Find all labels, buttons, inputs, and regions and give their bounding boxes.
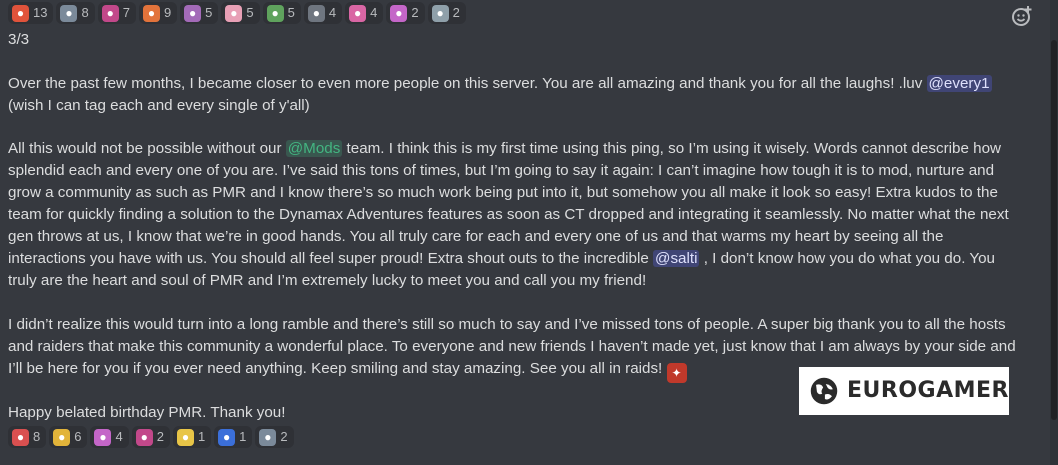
reaction-count: 13 [33,5,48,20]
robot-pokemon-icon: ● [431,4,449,22]
reaction-pill[interactable]: ● 2 [255,426,294,448]
reaction-pill[interactable]: ● 5 [262,2,301,24]
reaction-count: 6 [74,429,82,444]
reaction-count: 9 [163,5,172,20]
text: team. I think this is my first time usin… [8,140,1009,267]
reaction-count: 5 [205,5,213,20]
text: (wish I can tag each and every single of… [8,97,310,114]
reaction-pill[interactable]: ● 4 [90,426,129,448]
dragon-pokemon-icon: ● [101,4,119,22]
bird-pokemon-icon: ● [184,4,202,22]
bug-pokemon-icon: ● [266,4,284,22]
fire-pokemon-icon: ✦ [666,363,687,383]
reaction-pill[interactable]: ● 5 [221,2,260,24]
mention-every1[interactable]: @every1 [926,75,992,92]
reaction-bar-top: ● 13 ● 8 ● 7 ● 9 ● 5 ● 5 ● 5 ● 4 ● 4 ● 2 ● 2 [8,2,466,24]
ghost-pokemon-icon: ● [60,4,78,22]
reaction-bar-bottom: ● 8 ● 6 ● 4 ● 2 ● 1 ● 1 ● 2 [8,426,294,448]
mention-salti[interactable]: @salti [653,250,700,267]
text: Over the past few months, I became close… [8,75,927,92]
reaction-count: 5 [246,5,254,20]
reaction-count: 8 [33,429,41,444]
globe-logo-icon [810,377,838,405]
reaction-count: 2 [452,5,460,20]
reaction-pill[interactable]: ● 1 [172,426,212,448]
pikachu-icon: ● [53,428,71,446]
watermark-logo-text: EUROGAMER [847,378,1009,403]
reaction-pill[interactable]: ● 2 [427,2,466,24]
reaction-count: 2 [280,429,288,444]
reaction-pill[interactable]: ● 4 [345,2,384,24]
paragraph-2: All this would not be possible without o… [8,138,1024,292]
pink-pokemon-icon: ● [349,4,367,22]
reaction-count: 4 [328,5,337,20]
heart-outline-icon: ● [307,4,325,22]
scrollbar-thumb[interactable] [1051,40,1057,420]
pokeball-icon: ● [12,428,29,446]
reaction-pill[interactable]: ● 8 [56,2,95,24]
reaction-count: 5 [287,5,295,20]
psychic-pokemon-icon: ● [390,4,408,22]
reaction-count: 2 [156,429,164,444]
reaction-count: 1 [239,429,247,444]
eurogamer-watermark: EUROGAMER [799,367,1009,415]
reaction-pill[interactable]: ● 9 [138,2,178,24]
reaction-count: 1 [197,429,206,444]
message-header: 3/3 [8,29,1024,51]
paragraph-1: Over the past few months, I became close… [8,73,1024,117]
reaction-pill[interactable]: ● 2 [131,426,170,448]
text: All this would not be possible without o… [8,140,286,157]
psychic-pokemon-icon: ● [94,428,112,446]
reaction-pill[interactable]: ● 7 [97,2,136,24]
fairy-pokemon-icon: ● [225,4,243,22]
reaction-pill[interactable]: ● 5 [180,2,219,24]
reaction-pill[interactable]: ● 4 [303,2,343,24]
reaction-pill[interactable]: ● 6 [49,426,88,448]
add-reaction-button[interactable] [998,2,1050,30]
reaction-count: 8 [81,5,89,20]
fire-pokemon-icon: ● [142,4,160,22]
message-part-label: 3/3 [8,31,30,48]
reaction-count: 4 [370,5,378,20]
scrollbar-track[interactable] [1050,0,1058,465]
electric-pokemon-icon: ● [176,428,194,446]
add-reaction-icon [1012,6,1032,26]
ghost-pokemon-icon: ● [259,428,277,446]
mention-mods[interactable]: @Mods [285,140,343,157]
reaction-pill[interactable]: ● 2 [386,2,425,24]
reaction-pill[interactable]: ● 1 [214,426,253,448]
reaction-pill[interactable]: ● 8 [8,426,47,448]
reaction-count: 7 [122,5,130,20]
reaction-count: 2 [411,5,419,20]
shield-icon: ● [218,428,236,446]
angry-face-icon: ● [12,4,29,22]
reaction-count: 4 [115,429,123,444]
dragon-pokemon-icon: ● [135,428,153,446]
reaction-pill[interactable]: ● 13 [8,2,54,24]
